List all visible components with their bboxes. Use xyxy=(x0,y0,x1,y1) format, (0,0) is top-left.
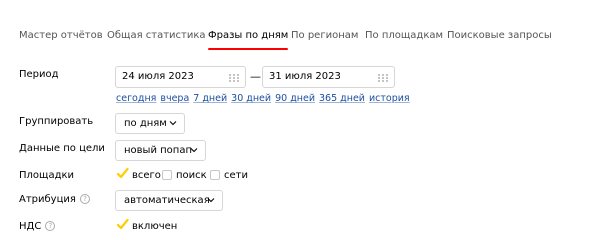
date-to-value: 31 июля 2023 xyxy=(269,71,341,82)
tab-by-regions[interactable]: По регионам xyxy=(291,30,358,41)
calendar-icon[interactable] xyxy=(229,74,239,82)
period-link-today[interactable]: сегодня xyxy=(116,93,156,104)
period-link-7-days[interactable]: 7 дней xyxy=(193,93,227,104)
calendar-icon[interactable] xyxy=(378,74,388,82)
chevron-down-icon xyxy=(207,198,215,203)
platforms-label: Площадки xyxy=(19,170,75,181)
checkmark-icon xyxy=(116,218,129,230)
attribution-label-text: Атрибуция xyxy=(19,194,76,205)
vat-label-text: НДС xyxy=(19,221,42,232)
group-by-select[interactable]: по дням xyxy=(115,113,185,134)
platform-all-label: всего xyxy=(132,170,161,181)
date-to-input[interactable]: 31 июля 2023 xyxy=(262,66,395,88)
attribution-label: Атрибуция? xyxy=(19,194,90,205)
help-icon[interactable]: ? xyxy=(45,221,56,231)
platform-search-label: поиск xyxy=(176,170,207,181)
period-link-365-days[interactable]: 365 дней xyxy=(319,93,365,104)
platform-search-checkbox[interactable] xyxy=(162,170,172,180)
group-by-label: Группировать xyxy=(19,116,94,127)
period-link-90-days[interactable]: 90 дней xyxy=(275,93,315,104)
vat-included-checkbox[interactable] xyxy=(116,218,129,231)
chevron-down-icon xyxy=(169,121,177,126)
platform-all-checkbox[interactable] xyxy=(116,167,129,180)
tab-general-stats[interactable]: Общая статистика xyxy=(107,30,206,41)
attribution-select[interactable]: автоматическая xyxy=(115,190,223,211)
platform-networks-checkbox[interactable] xyxy=(210,170,220,180)
platform-networks-label: сети xyxy=(224,170,248,181)
period-link-yesterday[interactable]: вчера xyxy=(160,93,189,104)
tab-search-queries[interactable]: Поисковые запросы xyxy=(447,30,552,41)
goal-data-select[interactable]: новый попап xyxy=(115,140,206,161)
vat-label: НДС? xyxy=(19,221,56,232)
date-range-separator: — xyxy=(250,70,261,83)
quick-period-links: сегодня вчера 7 дней 30 дней 90 дней 365 дней… xyxy=(116,93,414,104)
date-from-input[interactable]: 24 июля 2023 xyxy=(115,66,246,88)
help-icon[interactable]: ? xyxy=(79,194,90,204)
period-link-history[interactable]: история xyxy=(369,93,410,104)
date-from-value: 24 июля 2023 xyxy=(122,71,194,82)
tab-phrases-by-day[interactable]: Фразы по дням xyxy=(208,30,289,50)
goal-data-value: новый попап xyxy=(124,145,192,156)
period-link-30-days[interactable]: 30 дней xyxy=(231,93,271,104)
tab-by-platforms[interactable]: По площадкам xyxy=(365,30,443,41)
attribution-value: автоматическая xyxy=(124,195,210,206)
vat-included-label: включен xyxy=(132,221,178,232)
chevron-down-icon xyxy=(190,148,198,153)
tab-report-wizard[interactable]: Мастер отчётов xyxy=(19,30,103,41)
checkmark-icon xyxy=(116,167,129,179)
period-label: Период xyxy=(19,69,59,80)
group-by-value: по дням xyxy=(124,118,167,129)
goal-data-label: Данные по цели xyxy=(19,143,105,154)
